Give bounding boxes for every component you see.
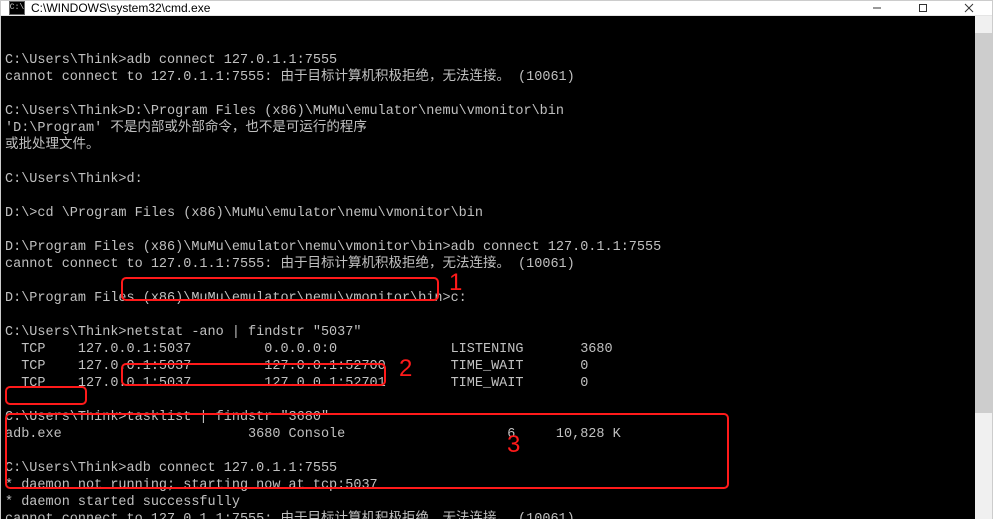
minimize-icon — [872, 3, 882, 13]
maximize-button[interactable] — [900, 1, 946, 15]
maximize-icon — [918, 3, 928, 13]
cmd-window: C:\ C:\WINDOWS\system32\cmd.exe C:\Users… — [0, 0, 993, 519]
titlebar[interactable]: C:\ C:\WINDOWS\system32\cmd.exe — [1, 1, 992, 16]
scrollbar-thumb[interactable] — [975, 33, 992, 413]
close-icon — [964, 3, 974, 13]
vertical-scrollbar[interactable]: ▲ ▼ — [975, 16, 992, 519]
window-controls — [854, 1, 992, 15]
close-button[interactable] — [946, 1, 992, 15]
window-title: C:\WINDOWS\system32\cmd.exe — [31, 1, 854, 15]
terminal[interactable]: C:\Users\Think>adb connect 127.0.1.1:755… — [1, 16, 992, 519]
app-icon: C:\ — [9, 1, 25, 15]
terminal-content: C:\Users\Think>adb connect 127.0.1.1:755… — [5, 52, 992, 519]
scrollbar-track[interactable] — [975, 33, 992, 519]
app-icon-label: C:\ — [10, 4, 24, 12]
minimize-button[interactable] — [854, 1, 900, 15]
